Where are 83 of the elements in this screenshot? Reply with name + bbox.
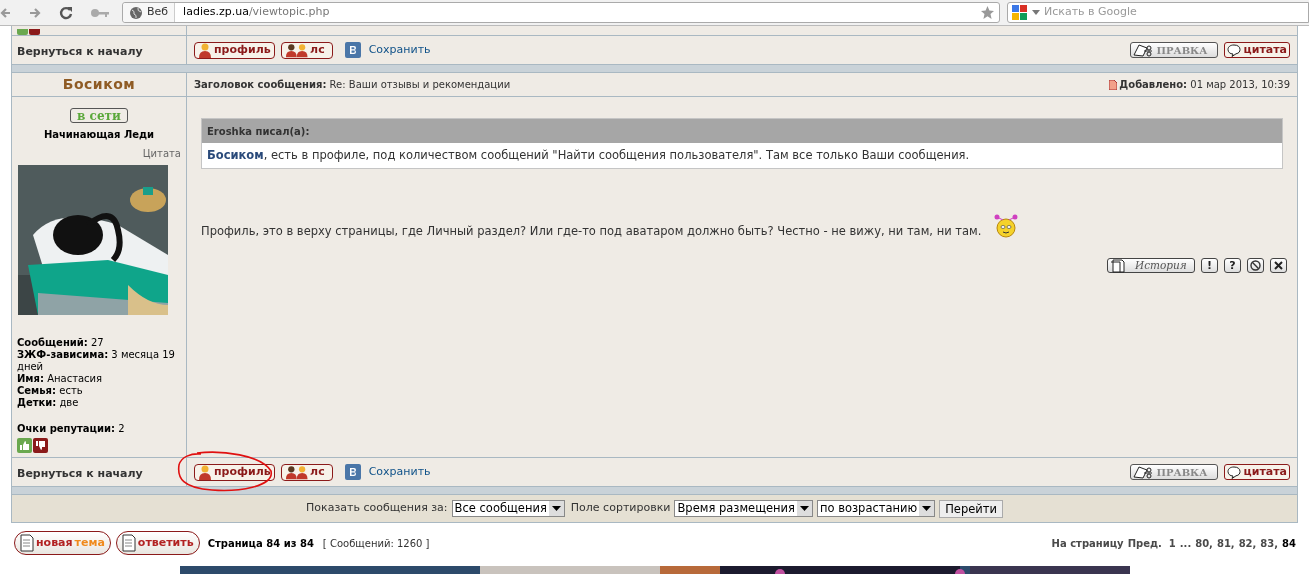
sort-order-dropdown[interactable]: по возрастанию [817,500,936,517]
reload-icon[interactable] [58,4,74,21]
page-link[interactable]: 80, [1195,535,1213,551]
tool-button[interactable]: ? [1224,258,1241,274]
scissors-icon [1132,465,1153,479]
site-label: Веб [147,4,169,21]
reputation-points: Очки репутации: 2 [17,422,126,436]
save-link[interactable]: Сохранить [368,41,431,59]
document-icon [121,534,136,552]
member-stat: Детки: две [17,397,80,409]
vk-icon[interactable] [344,42,361,58]
page-link[interactable]: 82, [1238,535,1257,551]
sort-field-dropdown[interactable]: Время размещения [674,500,813,517]
delete-button[interactable] [1270,258,1287,274]
thumbs-down-icon[interactable] [33,438,48,453]
quote-header: Eroshka писал(а): [202,119,1282,143]
close-icon [1274,261,1283,271]
block-icon [1250,260,1261,272]
page-link[interactable]: 83, [1260,535,1279,551]
pm-button[interactable]: лс [280,41,333,59]
speech-bubble-icon [1226,43,1241,57]
page-link[interactable]: ... [1179,535,1192,551]
post-subject: Заголовок сообщения: Re: Ваши отзывы и рекомендации [194,78,511,92]
quote-button[interactable]: цитата [1223,464,1290,480]
page-link[interactable]: 81, [1216,535,1235,551]
star-icon[interactable] [980,5,995,20]
address-bar[interactable]: Веб ladies.zp.ua/viewtopic.php [122,2,1000,23]
person-icon [198,42,212,58]
posts-count: [ Сообщений: 1260 ] [322,536,430,551]
quote-link[interactable]: Цитата [142,146,181,161]
person-icon [198,464,212,480]
forward-icon[interactable] [28,5,42,20]
site-chip[interactable]: Веб [123,3,176,22]
thumbs-down-icon[interactable] [29,29,40,35]
profile-button[interactable]: профиль [194,41,275,59]
thumbs-up-icon[interactable] [17,438,32,453]
reply-button[interactable]: ответить [115,531,200,555]
member-stat: Имя: Анастасия [17,373,104,385]
vk-icon[interactable] [344,464,361,480]
new-topic-button[interactable]: новая тема [14,531,111,555]
back-to-top-link[interactable]: Вернуться к началу [17,461,143,483]
page-info: Страница 84 из 84 [207,536,314,551]
search-box[interactable]: Искать в Google [1007,2,1309,23]
save-link[interactable]: Сохранить [368,463,431,481]
tool-button[interactable]: ! [1201,258,1218,274]
user-link[interactable]: Босиком [207,147,264,162]
author-name[interactable]: Босиком [62,74,136,95]
people-icon [284,464,309,480]
speech-bubble-icon [1226,465,1241,479]
url-text: ladies.zp.ua/viewtopic.php [183,4,330,21]
caret-icon[interactable] [1032,10,1040,15]
page-link[interactable]: 1 [1168,535,1176,551]
document-icon [1110,258,1128,274]
document-icon[interactable] [1109,79,1118,90]
post-date: Добавлено: 01 мар 2013, 10:39 [1119,78,1290,92]
history-button[interactable]: История [1107,258,1195,274]
ban-button[interactable] [1247,258,1264,274]
pm-button[interactable]: лс [280,463,333,481]
search-field[interactable]: Искать в Google [1044,4,1305,21]
back-icon[interactable] [0,5,12,20]
member-stat: ЗЖФ-зависима: 3 месяца 19 дней [17,349,176,373]
member-rank: Начинающая Леди [43,128,155,142]
show-posts-label: Показать сообщения за: [306,500,448,517]
previous-link[interactable]: Пред. [1127,535,1162,551]
smiley-icon [993,213,1020,238]
back-to-top-link[interactable]: Вернуться к началу [17,39,143,61]
google-icon[interactable] [1011,4,1028,21]
member-stat: Сообщений: 27 [17,337,105,349]
post-text: Профиль, это в верху страницы, где Личный раздел? Или где-то под аватаром должно быть? Честно - не вижу, ни там, ни там. [201,223,982,240]
thumbs-up-icon[interactable] [17,29,28,35]
posts-period-dropdown[interactable]: Все сообщения [451,500,565,517]
scissors-icon [1132,43,1153,57]
go-button[interactable]: Перейти [939,499,1003,518]
quote-button[interactable]: цитата [1223,42,1290,58]
globe-icon [129,5,143,20]
quote-text: Босиком, есть в профиле, под количеством сообщений "Найти сообщения пользователя". Там все только Ваши сообщения. [206,146,971,164]
member-stat: Семья: есть [17,385,84,397]
sort-label: Поле сортировки [570,500,671,517]
document-icon [20,534,34,552]
people-icon [284,42,309,58]
pagination-label: На страницу [1051,536,1124,551]
profile-button[interactable]: профиль [194,463,275,481]
online-badge: в сети [70,108,128,123]
